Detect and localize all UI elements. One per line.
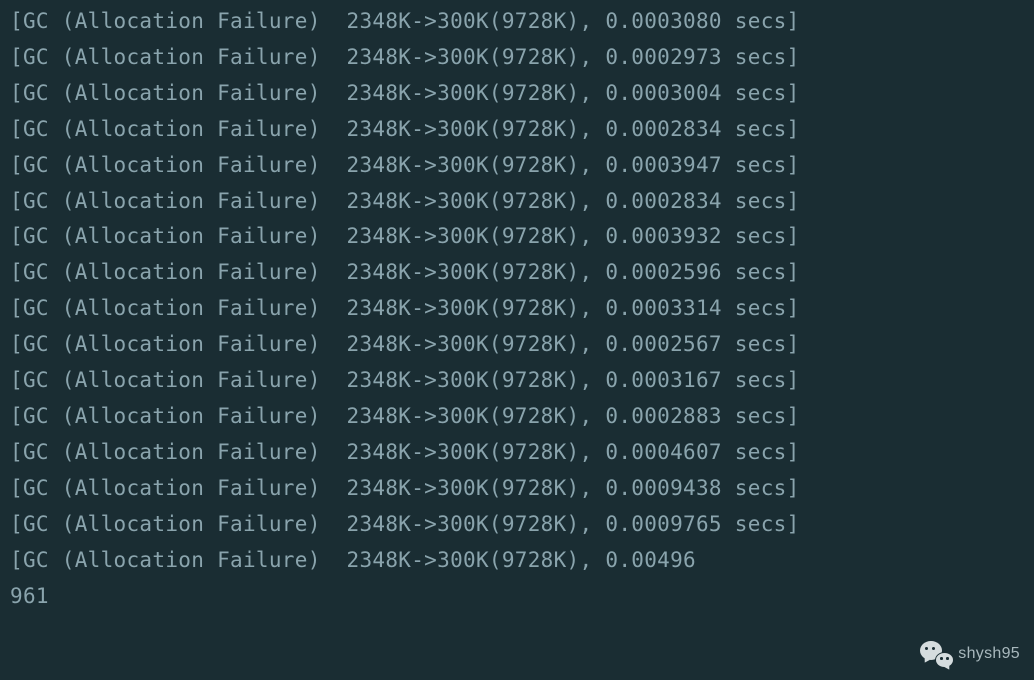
gc-log-line: [GC (Allocation Failure) 2348K->300K(972…	[10, 219, 1024, 255]
gc-log-line: [GC (Allocation Failure) 2348K->300K(972…	[10, 327, 1024, 363]
gc-log-line: [GC (Allocation Failure) 2348K->300K(972…	[10, 507, 1024, 543]
gc-log-line: [GC (Allocation Failure) 2348K->300K(972…	[10, 471, 1024, 507]
log-trailing: 961	[10, 579, 1024, 615]
gc-log-line: [GC (Allocation Failure) 2348K->300K(972…	[10, 4, 1024, 40]
gc-log-line: [GC (Allocation Failure) 2348K->300K(972…	[10, 399, 1024, 435]
gc-log-line: [GC (Allocation Failure) 2348K->300K(972…	[10, 291, 1024, 327]
gc-log-line: [GC (Allocation Failure) 2348K->300K(972…	[10, 435, 1024, 471]
wechat-icon	[920, 640, 954, 668]
watermark-text: shysh95	[958, 640, 1020, 667]
gc-log-line: [GC (Allocation Failure) 2348K->300K(972…	[10, 255, 1024, 291]
gc-log-line: [GC (Allocation Failure) 2348K->300K(972…	[10, 76, 1024, 112]
gc-log-line: [GC (Allocation Failure) 2348K->300K(972…	[10, 112, 1024, 148]
gc-log-line: [GC (Allocation Failure) 2348K->300K(972…	[10, 543, 1024, 579]
gc-log-line: [GC (Allocation Failure) 2348K->300K(972…	[10, 363, 1024, 399]
gc-log-line: [GC (Allocation Failure) 2348K->300K(972…	[10, 148, 1024, 184]
terminal-log: [GC (Allocation Failure) 2348K->300K(972…	[10, 4, 1024, 614]
watermark: shysh95	[920, 640, 1020, 668]
gc-log-line: [GC (Allocation Failure) 2348K->300K(972…	[10, 184, 1024, 220]
gc-log-line: [GC (Allocation Failure) 2348K->300K(972…	[10, 40, 1024, 76]
